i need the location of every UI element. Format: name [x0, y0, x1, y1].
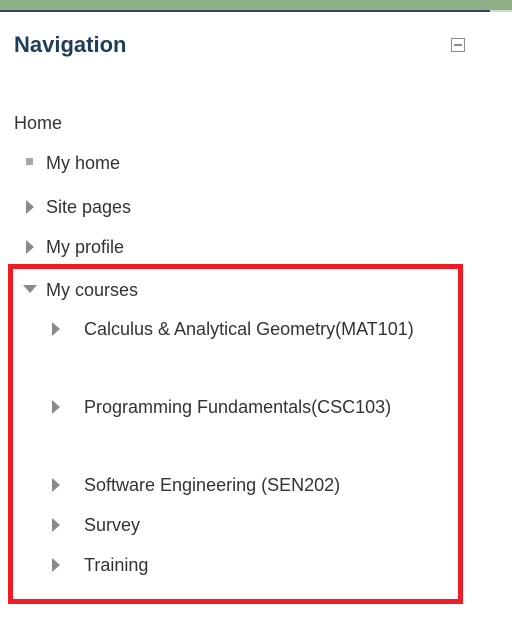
course-item-label: Survey — [84, 515, 141, 535]
nav-item-label: My profile — [46, 237, 125, 257]
block-top-border — [0, 10, 490, 12]
nav-item-label: Site pages — [46, 197, 132, 217]
expand-arrow-icon[interactable] — [52, 478, 60, 492]
expand-arrow-icon[interactable] — [26, 200, 34, 214]
nav-item-label: My courses — [46, 280, 139, 300]
nav-home-link[interactable]: Home — [14, 113, 62, 134]
expand-arrow-icon[interactable] — [52, 558, 60, 572]
course-item-label: Software Engineering (SEN202) — [84, 475, 341, 495]
course-item-label: Calculus & Analytical Geometry(MAT101) — [84, 319, 414, 339]
top-accent-strip — [0, 0, 512, 10]
expand-arrow-icon[interactable] — [26, 240, 34, 254]
nav-item-label: My home — [46, 153, 121, 173]
square-bullet-icon — [26, 158, 33, 165]
expand-arrow-icon[interactable] — [52, 400, 60, 414]
navigation-block-title: Navigation — [14, 32, 127, 57]
expand-arrow-icon[interactable] — [52, 322, 60, 336]
course-item-label: Training — [84, 555, 149, 575]
collapse-block-icon[interactable] — [451, 38, 465, 52]
collapse-arrow-icon[interactable] — [23, 285, 37, 293]
expand-arrow-icon[interactable] — [52, 518, 60, 532]
block-top-border-tail — [490, 10, 512, 12]
course-item-label: Programming Fundamentals(CSC103) — [84, 397, 392, 417]
